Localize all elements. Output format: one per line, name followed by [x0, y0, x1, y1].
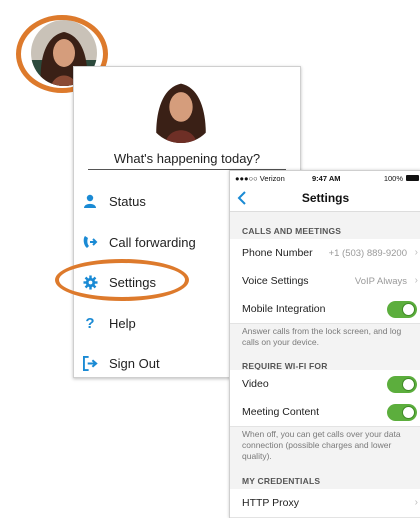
row-label: HTTP Proxy — [242, 497, 299, 509]
status-bar: ●●●○○ Verizon 9:47 AM 100% — [230, 171, 420, 185]
video-toggle[interactable] — [387, 376, 417, 393]
question-icon: ? — [85, 314, 95, 332]
row-phone-number[interactable]: Phone Number +1 (503) 889-9200 › — [230, 239, 420, 268]
call-forward-icon — [82, 234, 98, 250]
row-label: Mobile Integration — [242, 303, 326, 315]
row-value: VoIP Always — [354, 276, 407, 287]
toggle-knob — [402, 303, 415, 316]
mobile-integration-note: Answer calls from the lock screen, and l… — [242, 326, 402, 347]
menu-item-label: Help — [109, 315, 136, 331]
row-mobile-integration: Mobile Integration — [230, 295, 420, 324]
carrier-label: ●●●○○ Verizon — [235, 174, 285, 183]
status-prompt[interactable]: What's happening today? — [74, 151, 300, 166]
row-label: Video — [242, 378, 269, 390]
nav-bar: Settings — [230, 185, 420, 212]
battery-icon — [406, 175, 419, 181]
page-title: Settings — [301, 191, 350, 205]
mobile-integration-toggle[interactable] — [387, 301, 417, 318]
menu-item-call-forwarding[interactable]: Call forwarding — [82, 231, 196, 253]
chevron-right-icon: › — [414, 247, 418, 258]
row-voice-settings[interactable]: Voice Settings VoIP Always › — [230, 267, 420, 296]
phone-settings-screen: ●●●○○ Verizon 9:47 AM 100% Settings CALL… — [229, 170, 420, 518]
menu-item-label: Settings — [109, 274, 156, 290]
person-icon — [82, 193, 98, 209]
menu-item-label: Sign Out — [109, 355, 160, 371]
row-value: +1 (503) 889-9200 — [328, 248, 407, 259]
row-meeting-content: Meeting Content — [230, 398, 420, 427]
wifi-note: When off, you can get calls over your da… — [242, 429, 401, 461]
chevron-right-icon: › — [414, 497, 418, 508]
section-header-calls: CALLS AND MEETINGS — [242, 226, 342, 236]
toggle-knob — [402, 406, 415, 419]
meeting-content-toggle[interactable] — [387, 404, 417, 421]
chevron-right-icon: › — [414, 275, 418, 286]
battery-percent: 100% — [383, 174, 403, 183]
menu-item-help[interactable]: ? Help — [82, 312, 136, 334]
user-avatar[interactable] — [146, 73, 216, 143]
clock: 9:47 AM — [312, 174, 341, 183]
row-label: Voice Settings — [242, 275, 309, 287]
menu-item-sign-out[interactable]: Sign Out — [82, 352, 160, 374]
menu-item-label: Call forwarding — [109, 234, 196, 250]
row-http-proxy[interactable]: HTTP Proxy › — [230, 489, 420, 518]
section-header-credentials: MY CREDENTIALS — [242, 476, 321, 486]
row-video: Video — [230, 370, 420, 399]
gear-icon — [82, 274, 98, 290]
toggle-knob — [402, 378, 415, 391]
sign-out-icon — [82, 355, 98, 371]
row-label: Phone Number — [242, 247, 313, 259]
menu-item-settings[interactable]: Settings — [82, 271, 156, 293]
menu-item-label: Status — [109, 193, 146, 209]
menu-item-status[interactable]: Status — [82, 190, 146, 212]
row-label: Meeting Content — [242, 406, 320, 418]
